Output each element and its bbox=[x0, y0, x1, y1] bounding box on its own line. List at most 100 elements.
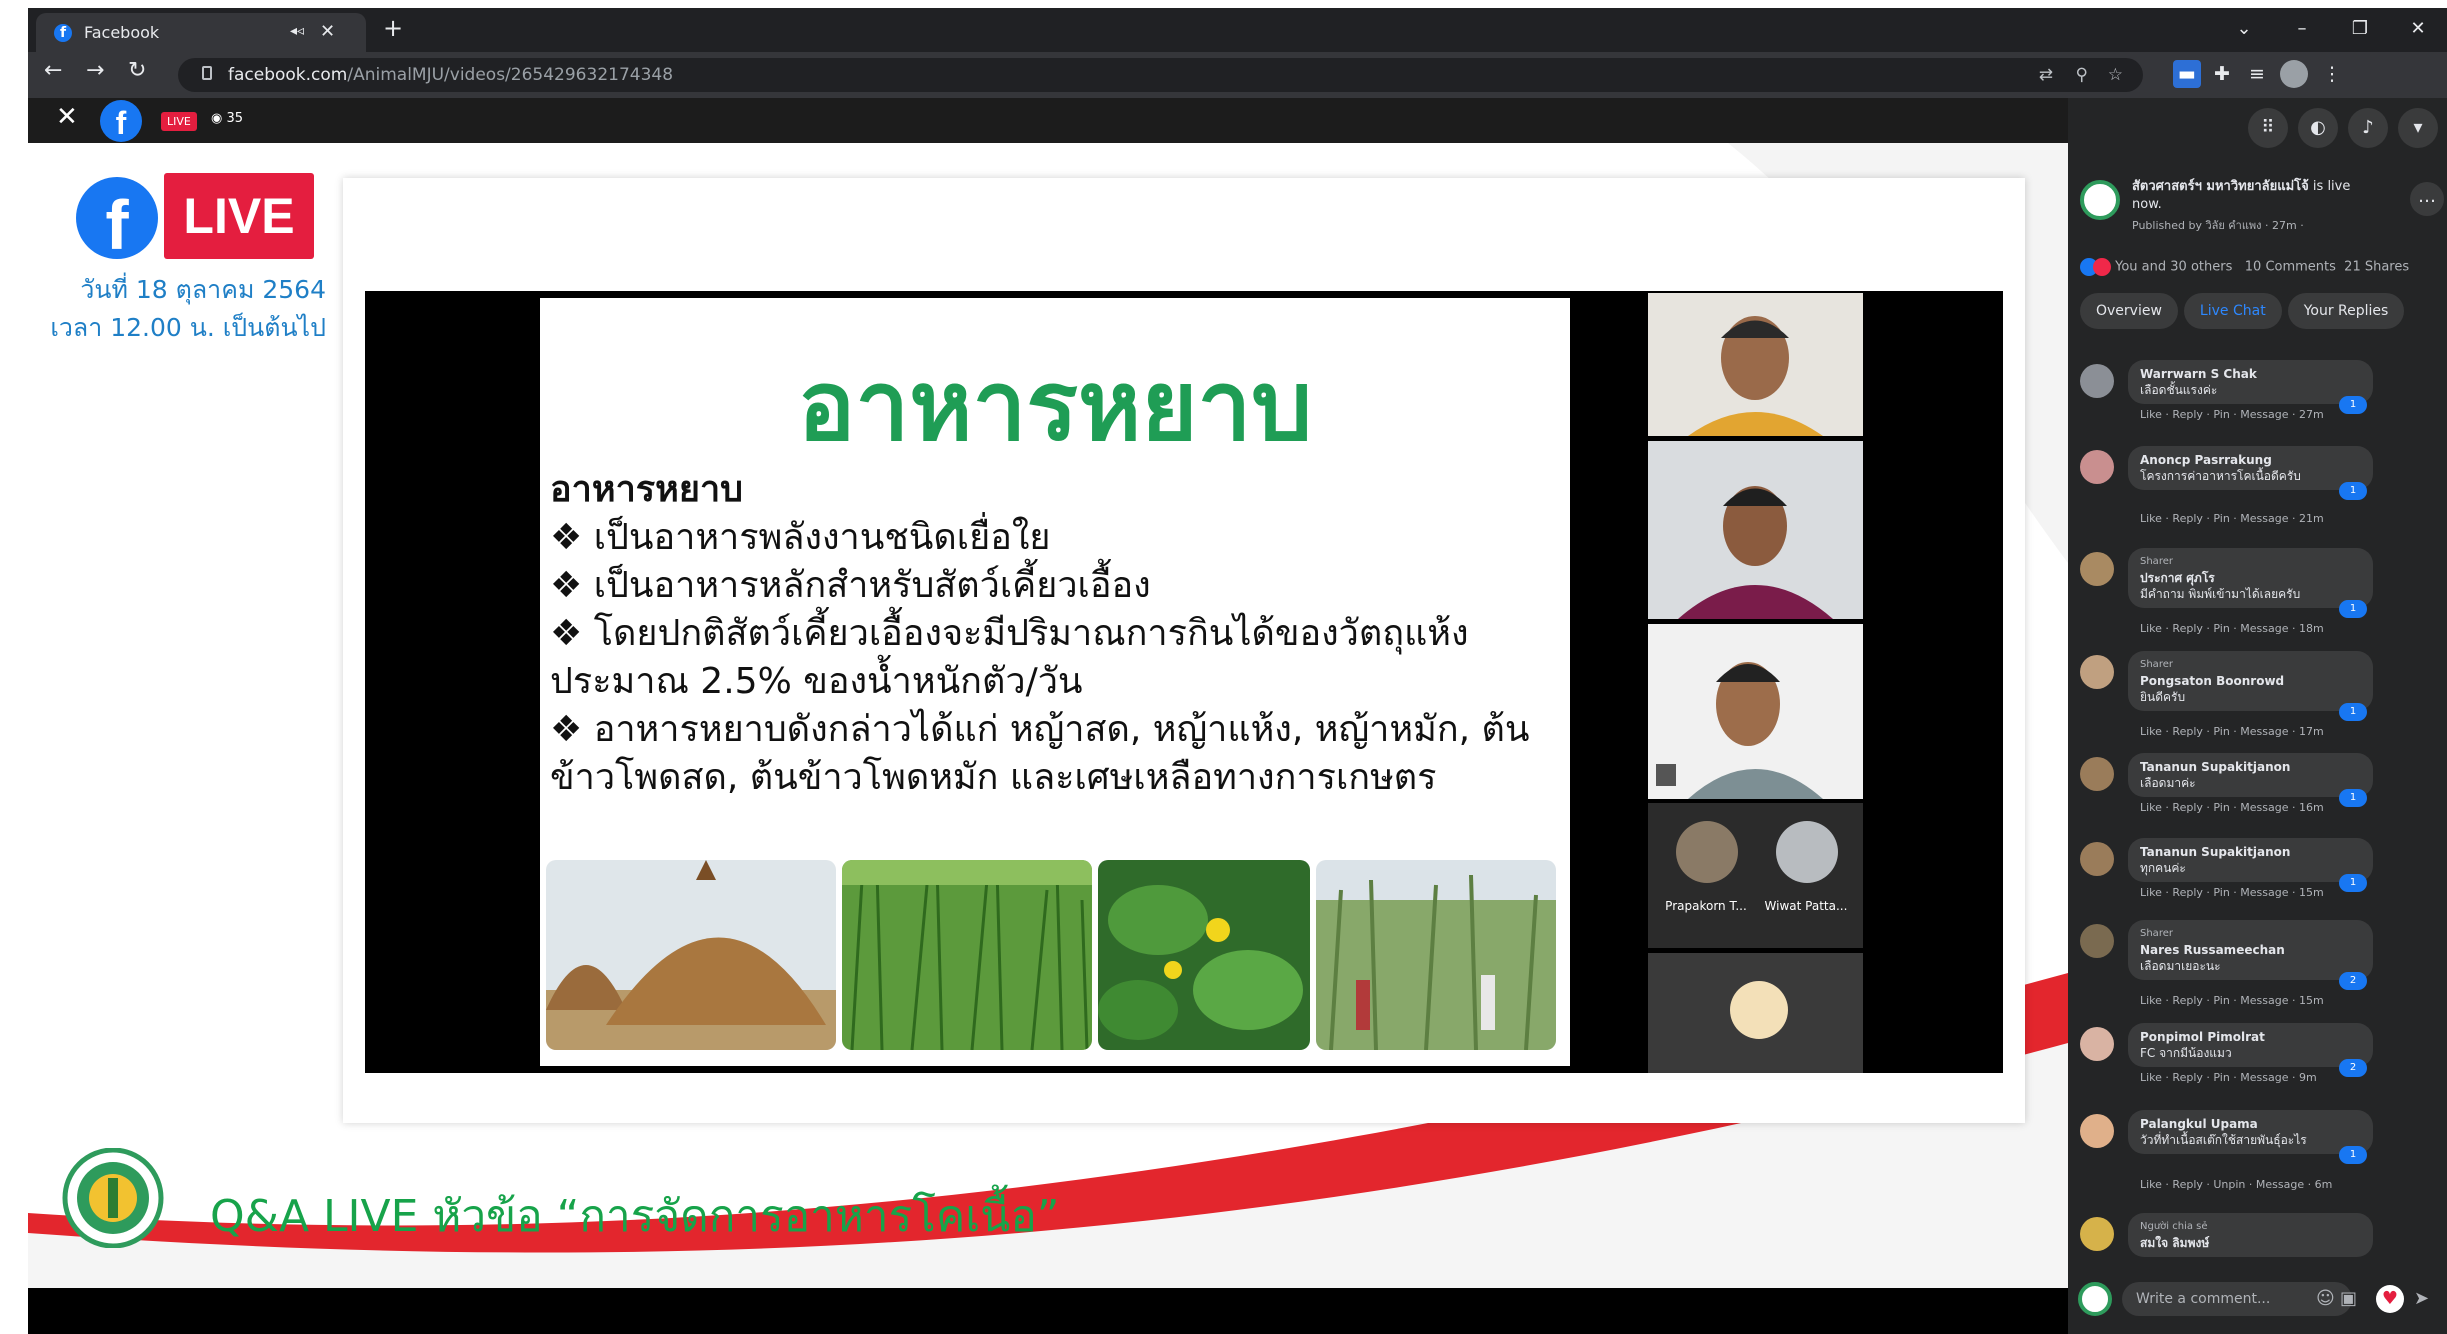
like-count-badge: 1 bbox=[2339, 703, 2367, 721]
tab-search-button[interactable]: ⌄ bbox=[2215, 12, 2273, 48]
comment-bubble[interactable]: Tananun Supakitjanon ทุกคนค่ะ 1 bbox=[2128, 838, 2373, 892]
viewer-count: ◉ 35 bbox=[211, 111, 244, 126]
broadcast-time: เวลา 12.00 น. เป็นต้นไป bbox=[50, 313, 326, 342]
corn-field-photo bbox=[1316, 860, 1556, 1050]
messenger-icon[interactable]: ◐ bbox=[2298, 108, 2338, 148]
url-field[interactable]: facebook.com/AnimalMJU/videos/2654296321… bbox=[178, 58, 2143, 92]
sticker-icon[interactable]: ▣ bbox=[2340, 1288, 2357, 1309]
tab-title: Facebook bbox=[84, 23, 160, 42]
comment-actions[interactable]: Like · Reply · Pin · Message · 18m bbox=[2140, 622, 2324, 635]
comment-actions[interactable]: Like · Reply · Pin · Message · 9m bbox=[2140, 1071, 2317, 1084]
extension-icon[interactable]: ▬ bbox=[2173, 60, 2201, 88]
back-icon[interactable]: ← bbox=[44, 58, 62, 83]
profile-avatar-icon[interactable] bbox=[2280, 60, 2308, 88]
commenter-avatar[interactable] bbox=[2080, 1114, 2114, 1148]
facebook-logo-icon[interactable]: f bbox=[100, 100, 142, 142]
my-avatar[interactable] bbox=[2078, 1282, 2112, 1316]
like-count-badge: 1 bbox=[2339, 874, 2367, 892]
page-avatar[interactable] bbox=[2080, 180, 2120, 220]
commenter-avatar[interactable] bbox=[2080, 842, 2114, 876]
slide-title: อาหารหยาบ bbox=[797, 350, 1313, 462]
emoji-icon[interactable]: ☺ bbox=[2316, 1288, 2335, 1309]
commenter-avatar[interactable] bbox=[2080, 924, 2114, 958]
translate-icon[interactable]: ⇄ bbox=[2039, 65, 2053, 85]
speaker-icon[interactable]: ◂◃ bbox=[290, 23, 304, 39]
like-count-badge: 1 bbox=[2339, 789, 2367, 807]
participant-tile[interactable] bbox=[1648, 953, 1863, 1073]
more-options-icon[interactable]: … bbox=[2410, 182, 2444, 216]
tab-overview[interactable]: Overview bbox=[2080, 293, 2178, 329]
tab-your-replies[interactable]: Your Replies bbox=[2287, 293, 2405, 329]
comment-bubble[interactable]: Người chia sẻ สมใจ ลิมพงษ์ bbox=[2128, 1213, 2373, 1257]
commenter-avatar[interactable] bbox=[2080, 552, 2114, 586]
slide-subtitle: อาหารหยาบ bbox=[550, 469, 744, 510]
comment-actions[interactable]: Like · Reply · Pin · Message · 16m bbox=[2140, 801, 2324, 814]
comment-actions[interactable]: Like · Reply · Pin · Message · 17m bbox=[2140, 725, 2324, 738]
tab-live-chat[interactable]: Live Chat bbox=[2183, 293, 2282, 329]
comment-bubble[interactable]: Warrwarn S Chak เลือดชั้นแรงค่ะ 1 bbox=[2128, 360, 2373, 414]
chat-tabs: Overview Live Chat Your Replies bbox=[2080, 293, 2410, 329]
bookmark-star-icon[interactable]: ☆ bbox=[2108, 65, 2123, 85]
participant-video[interactable] bbox=[1648, 293, 1863, 436]
zoom-icon[interactable]: ⚲ bbox=[2076, 65, 2088, 85]
comment-bubble[interactable]: Palangkul Upama วัวที่ทำเนื้อสเต๊กใช้สายพ… bbox=[2128, 1110, 2373, 1164]
comment-actions[interactable]: Like · Reply · Pin · Message · 21m bbox=[2140, 512, 2324, 525]
minimize-button[interactable]: – bbox=[2273, 12, 2331, 48]
notifications-bell-icon[interactable]: ♪ bbox=[2348, 108, 2388, 148]
grass-field-photo bbox=[842, 860, 1092, 1050]
commenter-avatar[interactable] bbox=[2080, 655, 2114, 689]
heart-reaction-icon[interactable]: ♥ bbox=[2376, 1285, 2404, 1313]
comment-count[interactable]: 10 Comments bbox=[2245, 260, 2336, 275]
comment-actions[interactable]: Like · Reply · Pin · Message · 15m bbox=[2140, 994, 2324, 1007]
send-icon[interactable]: ➤ bbox=[2414, 1288, 2429, 1309]
like-count-badge: 2 bbox=[2339, 972, 2367, 990]
reading-list-icon[interactable]: ≡ bbox=[2243, 60, 2271, 88]
share-count[interactable]: 21 Shares bbox=[2344, 260, 2409, 275]
close-tab-icon[interactable]: ✕ bbox=[320, 21, 335, 42]
window-controls: ⌄ – ❐ ✕ bbox=[2215, 12, 2447, 48]
live-video[interactable]: f LIVE วันที่ 18 ตุลาคม 2564 เวลา 12.00 … bbox=[28, 143, 2068, 1288]
extensions-puzzle-icon[interactable]: ✚ bbox=[2208, 60, 2236, 88]
love-reaction-icon bbox=[2093, 258, 2111, 276]
menu-grid-icon[interactable]: ⠿ bbox=[2248, 108, 2288, 148]
participant-avatar bbox=[1776, 821, 1838, 883]
live-label: LIVE bbox=[164, 173, 314, 259]
like-count-badge: 1 bbox=[2339, 482, 2367, 500]
commenter-avatar[interactable] bbox=[2080, 450, 2114, 484]
commenter-avatar[interactable] bbox=[2080, 757, 2114, 791]
comment-actions[interactable]: Like · Reply · Unpin · Message · 6m bbox=[2140, 1178, 2332, 1191]
page-name[interactable]: สัตวศาสตร์ฯ มหาวิทยาลัยแม่โจ้ is live no… bbox=[2132, 178, 2382, 214]
participant-tile[interactable]: Wiwat Patta... bbox=[1756, 803, 1856, 943]
comment-bubble[interactable]: Sharer Nares Russameechan เลือดมาเยอะนะ 2 bbox=[2128, 920, 2373, 990]
browser-menu-icon[interactable]: ⋮ bbox=[2318, 60, 2346, 88]
qa-title: Q&A LIVE หัวข้อ “การจัดการอาหารโคเนื้อ” bbox=[210, 1191, 1060, 1242]
leaf-plant-photo bbox=[1098, 860, 1310, 1050]
reaction-summary[interactable]: You and 30 others 10 Comments 21 Shares bbox=[2080, 258, 2409, 276]
comment-bubble[interactable]: Tananun Supakitjanon เลือดมาค่ะ 1 bbox=[2128, 753, 2373, 807]
like-count-badge: 2 bbox=[2339, 1059, 2367, 1077]
comment-bubble[interactable]: Anoncp Pasrrakung โครงการค่าอาหารโคเนื้อด… bbox=[2128, 446, 2373, 500]
comment-bubble[interactable]: Sharer ประกาศ ศุภโร มีคำถาม พิมพ์เข้ามาได้… bbox=[2128, 548, 2373, 618]
participant-tile[interactable]: Prapakorn T... bbox=[1656, 803, 1756, 943]
browser-tab[interactable]: f Facebook ◂◃ ✕ bbox=[36, 13, 366, 52]
comment-bubble[interactable]: Ponpimol Pimolrat FC จากมีน้องแมว 2 bbox=[2128, 1023, 2373, 1077]
slide-bullet: ❖ เป็นอาหารพลังงานชนิดเยื่อใย bbox=[550, 517, 1051, 558]
comment-actions[interactable]: Like · Reply · Pin · Message · 15m bbox=[2140, 886, 2324, 899]
sidebar-topbar: ⠿ ◐ ♪ ▾ bbox=[2068, 98, 2447, 160]
account-dropdown-icon[interactable]: ▾ bbox=[2398, 108, 2438, 148]
meeting-screen-share: อาหารหยาบ อาหารหยาบ ❖ เป็นอาหารพลังงานชน… bbox=[365, 291, 2003, 1073]
participant-video[interactable] bbox=[1648, 624, 1863, 799]
close-window-button[interactable]: ✕ bbox=[2389, 12, 2447, 48]
reload-icon[interactable]: ↻ bbox=[128, 58, 146, 83]
commenter-avatar[interactable] bbox=[2080, 1027, 2114, 1061]
forward-icon[interactable]: → bbox=[86, 58, 104, 83]
commenter-avatar[interactable] bbox=[2080, 364, 2114, 398]
participant-video[interactable] bbox=[1648, 441, 1863, 619]
close-viewer-icon[interactable]: ✕ bbox=[56, 102, 78, 132]
comment-bubble[interactable]: Sharer Pongsaton Boonrowd ยินดีครับ 1 bbox=[2128, 651, 2373, 721]
slide-body: อาหารหยาบ ❖ เป็นอาหารพลังงานชนิดเยื่อใย … bbox=[550, 466, 1560, 802]
new-tab-button[interactable]: + bbox=[383, 14, 403, 42]
comment-actions[interactable]: Like · Reply · Pin · Message · 27m bbox=[2140, 408, 2324, 421]
restore-button[interactable]: ❐ bbox=[2331, 12, 2389, 48]
commenter-avatar[interactable] bbox=[2080, 1217, 2114, 1251]
